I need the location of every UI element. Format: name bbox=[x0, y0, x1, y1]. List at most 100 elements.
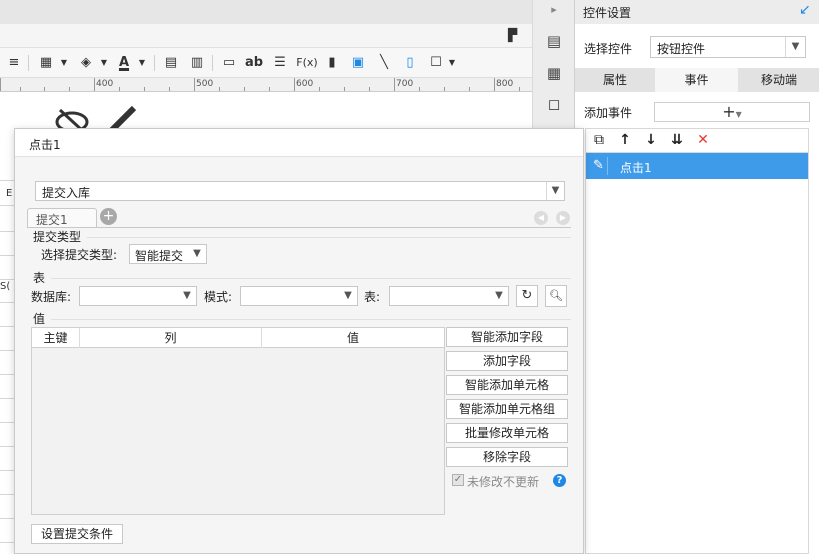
next-tab-icon[interactable]: ▶ bbox=[556, 211, 570, 225]
plus-icon: + bbox=[722, 102, 736, 121]
dialog-title-bar[interactable]: 点击1 bbox=[15, 129, 583, 157]
submit-type-label: 选择提交类型: bbox=[41, 248, 118, 262]
dialog-title: 点击1 bbox=[29, 138, 61, 152]
chevron-down-icon[interactable]: ▼ bbox=[442, 52, 462, 74]
tab-properties[interactable]: 属性 bbox=[575, 68, 655, 92]
ruler-tick bbox=[194, 78, 195, 91]
ruler-tick bbox=[419, 87, 420, 91]
text-cell-icon[interactable]: ab bbox=[244, 52, 264, 74]
cell-element-icon[interactable]: ▦ bbox=[544, 63, 564, 83]
editor-tab-bar: ▛ bbox=[0, 24, 532, 48]
copy-icon[interactable]: ⧉ bbox=[590, 131, 608, 149]
grid-line bbox=[0, 231, 14, 232]
grid-line bbox=[0, 350, 14, 351]
ruler-label: 400 bbox=[96, 79, 114, 89]
schema-label: 模式: bbox=[204, 290, 233, 304]
grid-header-column[interactable]: 列 bbox=[80, 328, 262, 348]
image-icon[interactable]: ▣ bbox=[348, 52, 368, 74]
collapse-icon[interactable]: ↙ bbox=[799, 2, 811, 18]
database-select[interactable]: ▼ bbox=[79, 286, 197, 306]
move-up-icon[interactable]: ↑ bbox=[616, 131, 634, 149]
column-header-e: E bbox=[6, 188, 13, 199]
ruler-tick bbox=[469, 87, 470, 91]
smart-add-cell-group-button[interactable]: 智能添加单元格组 bbox=[446, 399, 568, 419]
event-list: ✎ 点击1 bbox=[585, 152, 809, 554]
grid-line bbox=[0, 446, 14, 447]
add-event-label: 添加事件 bbox=[584, 106, 633, 120]
cell-text-fragment: S( bbox=[0, 281, 11, 292]
ruler-tick bbox=[20, 87, 21, 91]
grid-line bbox=[0, 279, 14, 280]
tab-events[interactable]: 事件 bbox=[655, 68, 738, 92]
ruler-label: 600 bbox=[296, 79, 314, 89]
chevron-down-icon[interactable]: ▼ bbox=[132, 52, 152, 74]
help-icon[interactable]: ? bbox=[553, 474, 566, 487]
format-painter-icon[interactable]: ▛ bbox=[508, 28, 517, 42]
action-type-select[interactable]: 提交入库 ▼ bbox=[35, 181, 565, 201]
control-select[interactable]: 按钮控件 ▼ bbox=[650, 36, 806, 58]
remove-field-button[interactable]: 移除字段 bbox=[446, 447, 568, 467]
grid-header-primary-key[interactable]: 主键 bbox=[32, 328, 80, 348]
grid-line bbox=[0, 542, 14, 543]
border-icon[interactable]: ▦ bbox=[36, 52, 56, 74]
ruler-tick bbox=[219, 87, 220, 91]
schema-select[interactable]: ▼ bbox=[240, 286, 358, 306]
expand-arrow-icon[interactable]: ▸ bbox=[544, 0, 564, 20]
freeze-icon[interactable]: ▤ bbox=[161, 52, 181, 74]
batch-modify-cell-button[interactable]: 批量修改单元格 bbox=[446, 423, 568, 443]
font-color-icon[interactable]: A bbox=[114, 52, 134, 74]
preview-table-button[interactable]: 🔍︎ bbox=[545, 285, 567, 307]
merge-cells-icon[interactable]: ▥ bbox=[187, 52, 207, 74]
chevron-down-icon[interactable]: ▼ bbox=[54, 52, 74, 74]
chart-icon[interactable]: ▮ bbox=[322, 52, 342, 74]
cell-attribute-icon[interactable]: ▤ bbox=[544, 31, 564, 51]
widget-icon[interactable]: ▯ bbox=[400, 52, 420, 74]
chevron-down-icon[interactable]: ▼ bbox=[94, 52, 114, 74]
hyperlink-icon[interactable]: ▭ bbox=[219, 52, 239, 74]
event-list-item[interactable]: ✎ 点击1 bbox=[586, 153, 808, 179]
chevron-down-icon: ▼ bbox=[546, 182, 564, 200]
field-grid[interactable]: 主键 列 值 bbox=[31, 327, 445, 515]
ruler-tick bbox=[244, 87, 245, 91]
ruler-tick bbox=[69, 87, 70, 91]
add-tab-icon[interactable]: + bbox=[100, 208, 117, 225]
smart-add-field-button[interactable]: 智能添加字段 bbox=[446, 327, 568, 347]
grid-line bbox=[0, 422, 14, 423]
tab-mobile[interactable]: 移动端 bbox=[738, 68, 819, 92]
move-down-icon[interactable]: ↓ bbox=[642, 131, 660, 149]
grid-line bbox=[0, 326, 14, 327]
ruler-tick bbox=[494, 78, 495, 91]
section-divider bbox=[51, 278, 571, 279]
add-field-button[interactable]: 添加字段 bbox=[446, 351, 568, 371]
formula-icon[interactable]: F(x) bbox=[294, 52, 320, 74]
slash-line-icon[interactable]: ╲ bbox=[374, 52, 394, 74]
tab-label: 属性 bbox=[602, 73, 627, 87]
align-icon[interactable]: ≡ bbox=[4, 52, 24, 74]
refresh-icon: ↻ bbox=[521, 288, 533, 303]
add-event-button[interactable]: +▼ bbox=[654, 102, 810, 122]
table-select[interactable]: ▼ bbox=[389, 286, 509, 306]
toolbar-separator bbox=[212, 55, 213, 71]
wrap-text-icon[interactable]: ☰ bbox=[270, 52, 290, 74]
grid-header-value[interactable]: 值 bbox=[262, 328, 444, 348]
sort-icon[interactable]: ⇊ bbox=[668, 131, 686, 149]
submit-type-section-title: 提交类型 bbox=[33, 230, 82, 244]
set-submit-condition-button[interactable]: 设置提交条件 bbox=[31, 524, 123, 544]
grid-line bbox=[0, 374, 14, 375]
ruler-tick bbox=[319, 87, 320, 91]
widget-settings-icon[interactable]: ◻ bbox=[544, 94, 564, 114]
fill-color-icon[interactable]: ◈ bbox=[76, 52, 96, 74]
table-section-title: 表 bbox=[33, 271, 46, 285]
delete-icon[interactable]: ✕ bbox=[694, 131, 712, 149]
tab-submit-1[interactable]: 提交1 bbox=[27, 208, 97, 228]
submit-type-select[interactable]: 智能提交 ▼ bbox=[129, 244, 207, 264]
smart-add-cell-button[interactable]: 智能添加单元格 bbox=[446, 375, 568, 395]
ruler-tick bbox=[119, 87, 120, 91]
event-dialog: 点击1 提交入库 ▼ 提交1 + ◀ ▶ 提交类型 选择提交类型: 智能提交 ▼… bbox=[14, 128, 584, 554]
toolbar-separator bbox=[154, 55, 155, 71]
no-update-checkbox[interactable]: ✓ bbox=[452, 474, 464, 486]
prev-tab-icon[interactable]: ◀ bbox=[534, 211, 548, 225]
edit-pen-icon[interactable]: ✎ bbox=[590, 157, 608, 175]
refresh-button[interactable]: ↻ bbox=[516, 285, 538, 307]
ruler-tick bbox=[0, 78, 1, 91]
